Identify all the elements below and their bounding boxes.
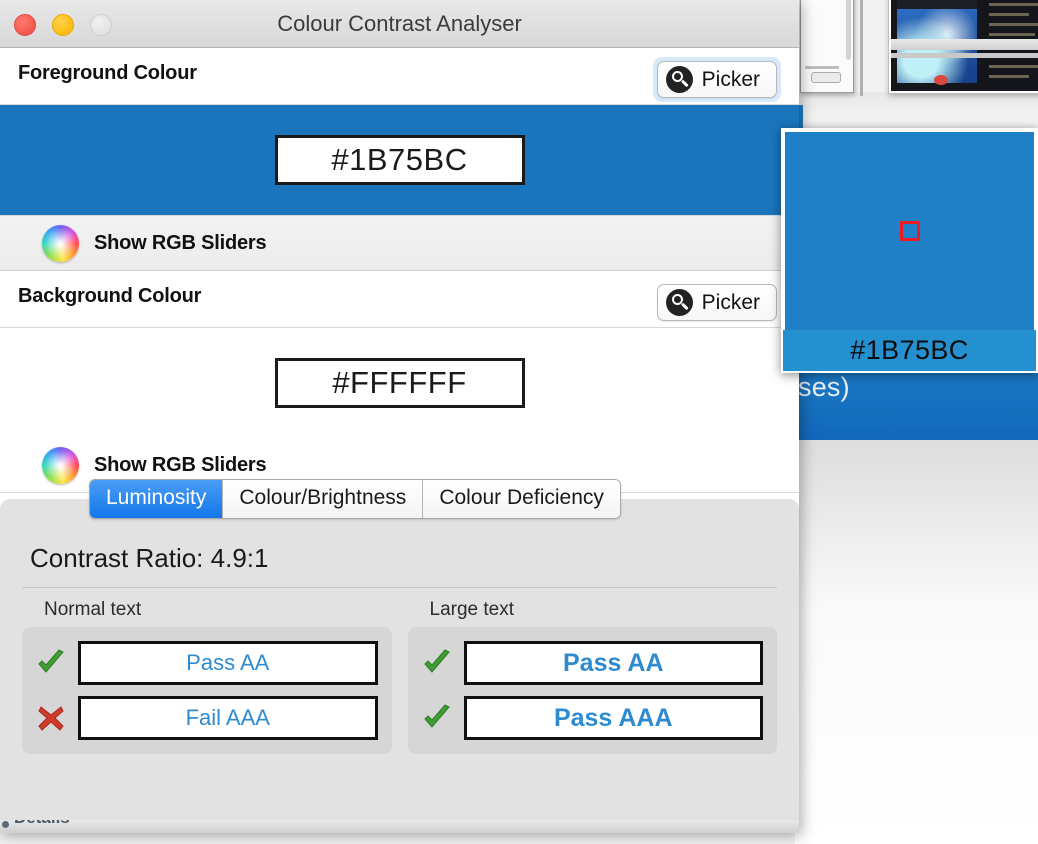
colour-contrast-analyser-window: Colour Contrast Analyser Foreground Colo… [0,0,799,833]
large-text-title: Large text [429,599,515,620]
background-editor-toolbar [891,39,1038,50]
background-dialog-window[interactable] [800,0,854,93]
background-dialog-button[interactable] [811,72,841,83]
result-row: Pass AA [420,641,763,685]
check-icon [34,646,68,680]
background-label: Background Colour [18,285,202,307]
tab-colour-deficiency[interactable]: Colour Deficiency [423,480,620,518]
large-text-group: Large text Pass AA Pass AAA [407,599,777,754]
background-hex-input[interactable]: #FFFFFF [274,358,525,408]
window-title: Colour Contrast Analyser [277,11,522,36]
check-icon [420,701,454,735]
background-lower-area [795,440,1038,844]
colour-wheel-icon[interactable] [42,224,79,262]
colour-wheel-icon[interactable] [42,446,79,484]
background-dialog-scrollbar[interactable] [846,0,851,60]
magnifier-icon [665,289,693,316]
foreground-hex-input[interactable]: #1B75BC [274,135,525,185]
results-tabs[interactable]: Luminosity Colour/Brightness Colour Defi… [89,479,621,519]
magnifier-icon [665,66,693,93]
result-row: Fail AAA [34,696,378,740]
status-bar-text: Details [14,820,70,828]
check-icon [420,646,454,680]
result-row: Pass AAA [420,696,763,740]
loupe-target-icon [899,221,920,241]
background-code-line [989,23,1038,26]
background-code-line [989,13,1029,16]
normal-aaa-result: Fail AAA [78,696,378,740]
background-code-line [989,3,1038,6]
background-picker-button[interactable]: Picker [656,284,777,321]
background-section-header: Background Colour Picker [0,271,799,328]
foreground-section-header: Foreground Colour Picker [0,48,799,105]
results-groups: Normal text Pass AA Fail AAA Large text … [22,599,777,754]
background-dialog-row [805,66,839,69]
foreground-show-rgb-sliders-row[interactable]: Show RGB Sliders [0,215,799,271]
background-code-line [989,33,1035,36]
background-picker-wrap: Picker [653,280,781,325]
foreground-picker-button[interactable]: Picker [656,61,777,98]
background-divider [860,0,863,96]
large-aaa-result: Pass AAA [463,696,763,740]
contrast-ratio-text: Contrast Ratio: 4.9:1 [30,543,269,573]
background-editor-window[interactable] [888,0,1038,94]
background-editor-subbar [891,53,1038,58]
background-code-line [989,75,1029,78]
background-banner-text: ses) [798,372,850,402]
status-indicator-icon [2,821,9,828]
window-titlebar[interactable]: Colour Contrast Analyser [0,0,799,48]
results-divider [22,587,777,588]
normal-text-group: Normal text Pass AA Fail AAA [22,599,392,754]
background-strip [795,92,1038,124]
background-colour-swatch[interactable]: #FFFFFF [0,328,799,438]
background-thumbnail-titlebar [897,0,977,9]
results-panel: Luminosity Colour/Brightness Colour Defi… [0,479,799,833]
colour-picker-loupe[interactable]: #1B75BC [781,128,1038,373]
status-bar: Details [0,820,799,833]
tab-luminosity[interactable]: Luminosity [90,480,224,518]
large-aa-result: Pass AA [463,641,763,685]
loupe-sample-area [785,132,1034,330]
normal-aa-result: Pass AA [78,641,378,685]
foreground-picker-label: Picker [701,67,760,91]
background-thumbnail-accent [934,75,948,85]
normal-text-box: Pass AA Fail AAA [22,627,392,754]
background-code-line [989,65,1038,68]
foreground-picker-focus-ring: Picker [652,57,781,102]
normal-text-title: Normal text [44,599,142,620]
large-text-box: Pass AA Pass AAA [407,627,777,754]
cross-icon [34,701,68,735]
foreground-show-rgb-sliders-label: Show RGB Sliders [94,231,267,254]
result-row: Pass AA [34,641,378,685]
foreground-colour-swatch[interactable]: #1B75BC [0,105,799,215]
foreground-label: Foreground Colour [18,62,197,84]
loupe-hex-label: #1B75BC [783,330,1036,371]
tab-colour-brightness[interactable]: Colour/Brightness [223,480,424,518]
background-show-rgb-sliders-label: Show RGB Sliders [94,453,267,476]
background-picker-label: Picker [701,290,760,314]
